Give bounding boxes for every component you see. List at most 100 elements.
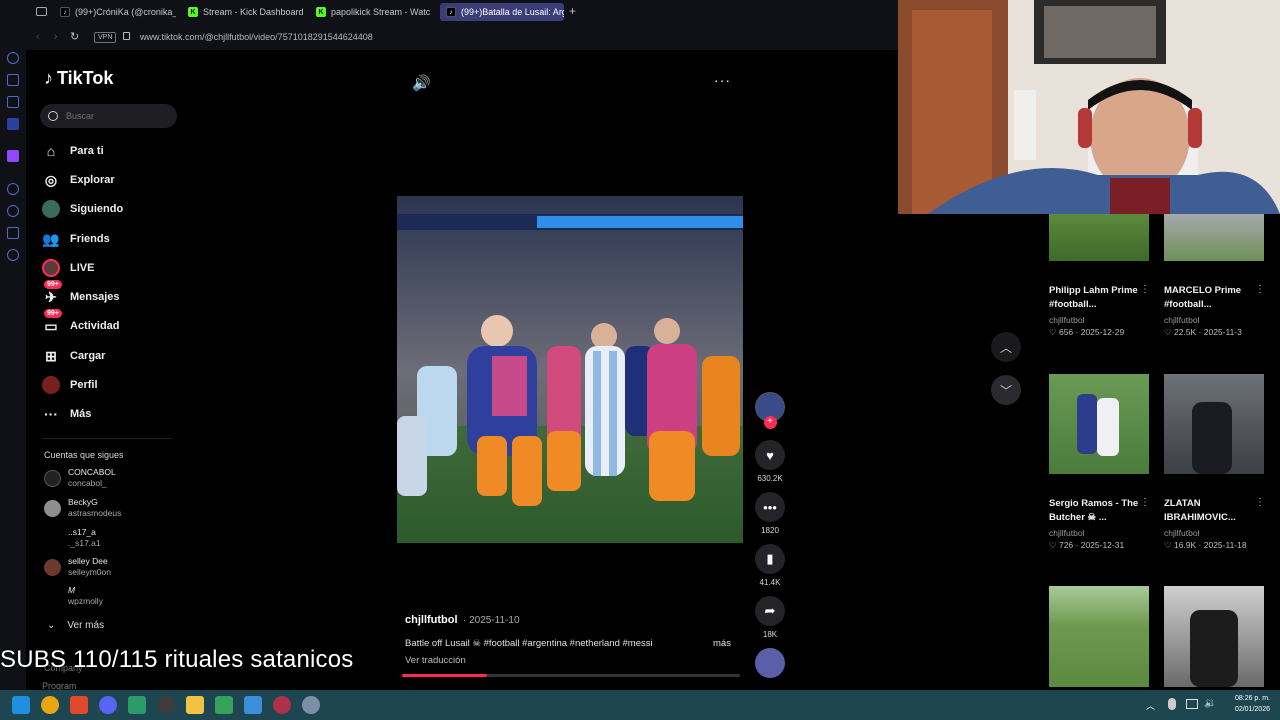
tab-cronika[interactable]: ♪ (99+)CróniKa (@cronika_ [54, 3, 176, 21]
sound-disc-button[interactable] [755, 648, 785, 678]
nav-live[interactable]: LIVE [42, 258, 94, 278]
previous-video-button[interactable]: ︿ [991, 332, 1021, 362]
forward-icon[interactable]: › [54, 31, 57, 42]
store-icon[interactable] [128, 696, 146, 714]
rec-thumbnail[interactable] [1164, 214, 1264, 261]
more-icon: ··· [44, 406, 58, 422]
rec-item[interactable]: MARCELO Prime #football... chjllfutbol ♡… [1164, 284, 1254, 338]
back-icon[interactable]: ‹ [36, 31, 39, 42]
live-icon [42, 259, 60, 277]
like-count: 630.2K [757, 474, 783, 483]
rec-thumbnail[interactable] [1164, 586, 1264, 687]
video-progress-bar[interactable] [402, 674, 740, 677]
tab-kick-dashboard[interactable]: K Stream - Kick Dashboard [182, 3, 306, 21]
like-button[interactable]: ♥ 630.2K [755, 440, 785, 483]
speed-dial-icon[interactable] [7, 52, 19, 64]
taskbar-clock[interactable]: 08:26 p. m. 02/01/2026 [1235, 693, 1270, 715]
network-icon[interactable] [1186, 699, 1198, 709]
app-f-icon[interactable] [244, 696, 262, 714]
video-caption: Battle off Lusail ☠ #football #argentina… [405, 638, 653, 649]
game-icon[interactable] [215, 696, 233, 714]
comment-count: 1820 [761, 526, 779, 535]
rec-item[interactable]: Sergio Ramos - The Butcher ☠ ... chjllfu… [1049, 497, 1139, 551]
search-input[interactable]: Buscar [40, 104, 177, 128]
tab-papolikick[interactable]: K papolikick Stream - Watc [310, 3, 434, 21]
messenger-icon[interactable] [7, 96, 19, 108]
account-name: BeckyG [68, 497, 98, 507]
rec-menu-icon[interactable]: ⋮ [1255, 284, 1265, 295]
tab-overview-icon[interactable] [36, 7, 47, 16]
video-author[interactable]: chjllfutbol [405, 614, 458, 626]
avatar [44, 500, 61, 517]
url-field[interactable]: www.tiktok.com/@chjllfutbol/video/757101… [140, 32, 373, 42]
volume-icon[interactable]: 🔊 [412, 74, 431, 92]
nav-cargar[interactable]: ⊞ Cargar [42, 346, 105, 366]
history-icon[interactable] [7, 205, 19, 217]
nav-mas[interactable]: ··· Más [42, 404, 91, 424]
avatar [44, 530, 61, 547]
following-account[interactable]: selley Dee selleym0on [44, 556, 111, 578]
rec-menu-icon[interactable]: ⋮ [1140, 497, 1150, 508]
following-account[interactable]: BeckyG astrasmodeus [44, 497, 121, 519]
nav-explorar[interactable]: ◎ Explorar [42, 170, 115, 190]
share-button[interactable]: ➦ 18K [755, 596, 785, 639]
volume-tray-icon[interactable]: 🔉 [1204, 698, 1216, 709]
nav-label: Perfil [70, 379, 98, 391]
folder-icon[interactable] [186, 696, 204, 714]
bookmark-icon[interactable] [7, 74, 19, 86]
reload-icon[interactable]: ↻ [70, 30, 79, 43]
nav-mensajes[interactable]: ✈ 99+ Mensajes [42, 280, 120, 307]
following-account[interactable]: Mwpzmolly [44, 585, 103, 607]
settings-icon[interactable] [7, 249, 19, 261]
nav-para-ti[interactable]: ⌂ Para ti [42, 141, 104, 161]
new-tab-icon[interactable]: + [569, 4, 576, 18]
rec-thumbnail[interactable] [1049, 374, 1149, 474]
translate-button[interactable]: Ver traducción [405, 655, 466, 666]
more-options-icon[interactable]: ··· [714, 72, 731, 88]
nav-label: Para ti [70, 145, 104, 157]
twitch-icon[interactable] [7, 150, 19, 162]
tab-batalla-lusail[interactable]: ♪ (99+)Batalla de Lusail: Arg [440, 3, 564, 21]
pinboard-icon[interactable] [7, 227, 19, 239]
obs-icon[interactable] [157, 696, 175, 714]
rec-thumbnail[interactable] [1049, 586, 1149, 687]
rec-item[interactable]: Philipp Lahm Prime #football... chjllfut… [1049, 284, 1139, 338]
brave-icon[interactable] [70, 696, 88, 714]
following-account[interactable]: ..s17_a ._s17.a1 [44, 527, 101, 549]
comment-button[interactable]: ••• 1820 [755, 492, 785, 535]
following-account[interactable]: CONCABOL concabol_ [44, 467, 116, 489]
discord-icon[interactable] [99, 696, 117, 714]
nav-perfil[interactable]: Perfil [42, 375, 98, 395]
windows-start-icon[interactable] [12, 696, 30, 714]
video-player[interactable] [397, 196, 743, 543]
rec-menu-icon[interactable]: ⋮ [1255, 497, 1265, 508]
author-avatar-button[interactable]: + [755, 392, 785, 429]
next-video-button[interactable]: ﹀ [991, 375, 1021, 405]
m-icon[interactable] [7, 118, 19, 130]
tiktok-logo[interactable]: ♪ TikTok [44, 68, 113, 89]
nav-actividad[interactable]: ▭ 99+ Actividad [42, 309, 120, 336]
rec-thumbnail[interactable] [1164, 374, 1264, 474]
avatar [44, 588, 61, 605]
nav-friends[interactable]: 👥 Friends [42, 229, 109, 249]
caption-more-button[interactable]: más [713, 638, 731, 649]
save-button[interactable]: ▮ 41.4K [755, 544, 785, 587]
rec-thumbnail[interactable] [1049, 214, 1149, 261]
microphone-icon[interactable] [1168, 698, 1176, 710]
settings-gear-icon[interactable] [302, 696, 320, 714]
nav-siguiendo[interactable]: Siguiendo [42, 199, 123, 219]
follow-plus-icon[interactable]: + [763, 416, 777, 429]
chevron-down-icon: ⌄ [47, 620, 56, 631]
rec-title: ZLATAN IBRAHIMOVIC... [1164, 498, 1236, 523]
vpn-badge[interactable]: VPN [94, 32, 117, 43]
tray-chevron-icon[interactable]: ︿ [1146, 699, 1155, 712]
coin-app-icon[interactable] [41, 696, 59, 714]
rec-menu-icon[interactable]: ⋮ [1140, 284, 1150, 295]
account-handle: selleym0on [68, 567, 111, 577]
rec-item[interactable]: ZLATAN IBRAHIMOVIC... chjllfutbol ♡ 16.9… [1164, 497, 1254, 551]
tiktok-icon: ♪ [60, 7, 70, 17]
player-icon[interactable] [7, 183, 19, 195]
bookmark-icon: ▮ [755, 544, 785, 574]
opera-icon[interactable] [273, 696, 291, 714]
see-more-button[interactable]: ⌄ Ver más [47, 620, 104, 631]
